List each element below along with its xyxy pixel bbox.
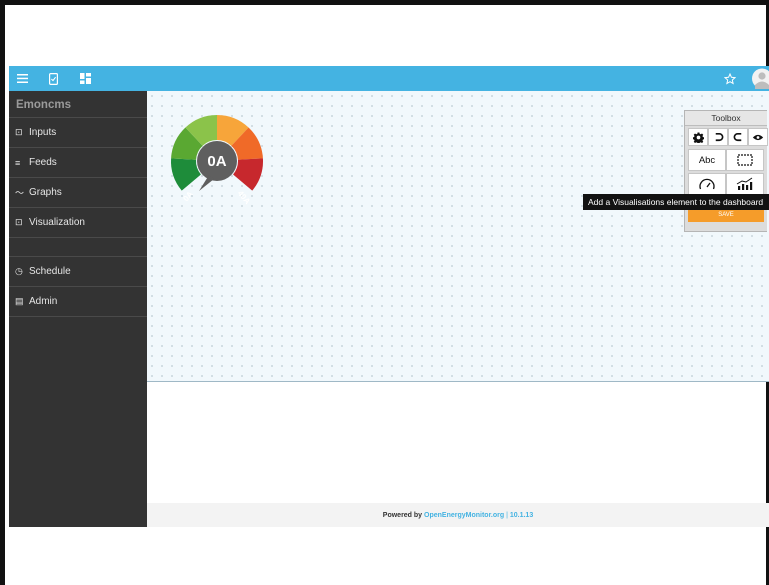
toolbox-title: Toolbox bbox=[685, 111, 767, 126]
footer-version: 10.1.13 bbox=[509, 511, 534, 519]
clock-icon: ◷ bbox=[15, 266, 23, 276]
inputs-icon: ⊡ bbox=[15, 127, 23, 137]
list-icon: ≡ bbox=[15, 157, 21, 168]
footer-powered-by: Powered by bbox=[382, 511, 425, 519]
screen-border-top bbox=[0, 0, 769, 5]
toolbox-panel: Toolbox Abc SAVE bbox=[684, 110, 768, 232]
gauge-max-label: 40A bbox=[236, 189, 252, 206]
top-navbar bbox=[9, 66, 769, 91]
visualization-icon: ⊡ bbox=[15, 217, 23, 227]
sidebar-item-label: Feeds bbox=[29, 157, 57, 168]
sidebar-item-label: Admin bbox=[29, 296, 58, 307]
graph-line-icon: 〜 bbox=[15, 188, 25, 198]
toolbox-row-visuals bbox=[688, 173, 764, 195]
sidebar-item-schedule[interactable]: ◷ Schedule bbox=[9, 257, 147, 287]
eye-icon[interactable] bbox=[748, 128, 768, 146]
sidebar-item-label: Visualization bbox=[29, 217, 85, 228]
tooltip: Add a Visualisations element to the dash… bbox=[583, 194, 769, 210]
sidebar-item-visualization[interactable]: ⊡ Visualization bbox=[9, 208, 147, 238]
brand-title: Emoncms bbox=[16, 99, 71, 111]
gear-icon[interactable] bbox=[688, 128, 708, 146]
toolbox-row-actions bbox=[688, 128, 768, 146]
gauge-value-label: 0A bbox=[207, 153, 226, 170]
gauge-segment bbox=[233, 158, 263, 191]
footer: Powered by OpenEnergyMonitor.org | 10.1.… bbox=[147, 503, 769, 527]
undo-icon[interactable] bbox=[708, 128, 728, 146]
text-tool-button[interactable]: Abc bbox=[688, 149, 726, 171]
sidebar: Emoncms ⊡ Inputs ≡ Feeds 〜 Graphs ⊡ Visu… bbox=[9, 91, 147, 527]
screen-border-left bbox=[0, 0, 5, 585]
save-button[interactable]: SAVE bbox=[688, 209, 764, 222]
dial-icon[interactable] bbox=[688, 173, 726, 195]
sidebar-item-graphs[interactable]: 〜 Graphs bbox=[9, 178, 147, 208]
chart-icon[interactable] bbox=[726, 173, 764, 195]
sidebar-item-label: Schedule bbox=[29, 266, 71, 277]
gauge-widget[interactable]: 0A 0A 40A bbox=[169, 109, 269, 209]
avatar-icon[interactable] bbox=[749, 66, 769, 91]
sidebar-item-label: Graphs bbox=[29, 187, 62, 198]
sidebar-item-inputs[interactable]: ⊡ Inputs bbox=[9, 117, 147, 148]
redo-icon[interactable] bbox=[728, 128, 748, 146]
gauge-min-label: 0A bbox=[181, 189, 195, 203]
container-icon[interactable] bbox=[726, 149, 764, 171]
dashboard-canvas[interactable]: 0A 0A 40A bbox=[147, 91, 769, 382]
sidebar-item-admin[interactable]: ▤ Admin bbox=[9, 287, 147, 317]
sidebar-divider bbox=[9, 238, 147, 257]
star-icon[interactable] bbox=[721, 66, 739, 91]
sidebar-item-label: Inputs bbox=[29, 127, 57, 138]
phone-check-icon[interactable] bbox=[45, 66, 61, 91]
toolbox-row-widgets: Abc bbox=[688, 149, 764, 171]
gauge-segment bbox=[171, 158, 201, 191]
admin-icon: ▤ bbox=[15, 296, 24, 306]
footer-link[interactable]: OpenEnergyMonitor.org bbox=[424, 512, 504, 519]
hamburger-icon[interactable] bbox=[13, 66, 31, 91]
dashboard-icon[interactable] bbox=[77, 66, 93, 91]
sidebar-item-feeds[interactable]: ≡ Feeds bbox=[9, 148, 147, 178]
